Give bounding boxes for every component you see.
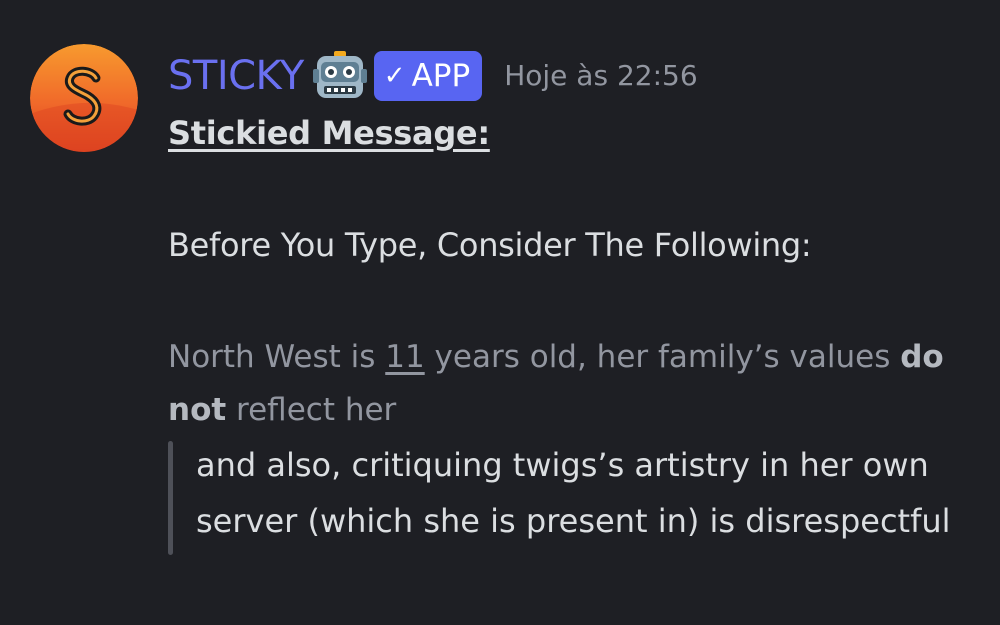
- stickied-message-title: Stickied Message:: [168, 114, 490, 152]
- intro-line: Before You Type, Consider The Following:: [168, 226, 812, 264]
- note-age-number: 11: [385, 339, 425, 375]
- quote-text: and also, critiquing twigs’s artistry in…: [196, 446, 951, 540]
- quote-bar: [168, 441, 173, 555]
- author-name[interactable]: STICKY: [168, 50, 304, 102]
- message-content: STICKY ✓ APP Hoje às 22:56 Stickied Mess…: [168, 50, 980, 555]
- block-quote: and also, critiquing twigs’s artistry in…: [168, 437, 980, 555]
- app-badge-label: APP: [411, 58, 471, 94]
- note-text-3: reflect her: [226, 392, 397, 428]
- note-text-1: North West is: [168, 339, 386, 375]
- robot-face-icon: [312, 51, 367, 98]
- message-header: STICKY ✓ APP Hoje às 22:56: [168, 50, 980, 102]
- note-paragraph: North West is 11 years old, her family’s…: [168, 331, 958, 437]
- message-timestamp[interactable]: Hoje às 22:56: [504, 50, 697, 102]
- app-badge: ✓ APP: [373, 51, 483, 101]
- sticky-logo-icon: [30, 44, 138, 152]
- chat-message: STICKY ✓ APP Hoje às 22:56 Stickied Mess…: [0, 0, 1000, 625]
- verified-check-icon: ✓: [383, 61, 406, 91]
- note-text-2: years old, her family’s values: [424, 339, 901, 375]
- bot-avatar[interactable]: [30, 44, 138, 152]
